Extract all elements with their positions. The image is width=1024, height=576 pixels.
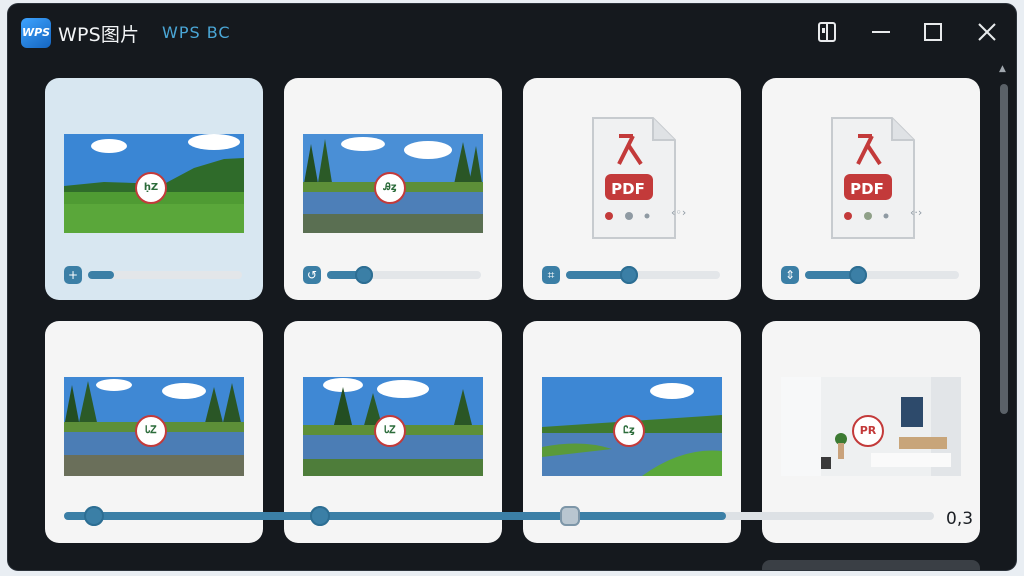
app-title: WPS图片 — [58, 24, 140, 46]
file-badge-icon: PR — [852, 415, 884, 447]
minimize-button[interactable] — [868, 19, 894, 45]
app-subtitle: WPS BC — [162, 23, 231, 42]
maximize-icon — [924, 23, 942, 41]
tablet-mode-button[interactable] — [814, 19, 840, 45]
image-card-2[interactable]: Ꭿȥ ↺ — [284, 78, 502, 300]
close-icon — [978, 23, 996, 41]
file-badge-icon: ᏓᏃ — [135, 415, 167, 447]
card-slider[interactable]: ↺ — [303, 264, 483, 286]
rotate-icon[interactable]: ↺ — [303, 266, 321, 284]
file-badge-icon: Ꮭȥ — [613, 415, 645, 447]
card-slider[interactable]: ⇕ — [781, 264, 961, 286]
vertical-scrollbar[interactable]: ▲ — [998, 62, 1010, 562]
minimize-icon — [872, 31, 890, 33]
file-badge-icon: ᏓᏃ — [374, 415, 406, 447]
pdf-card-2[interactable]: PDF ‹·› ⇕ — [762, 78, 980, 300]
slider-knob[interactable] — [310, 506, 330, 526]
file-badge-icon: Ꭿȥ — [374, 172, 406, 204]
close-button[interactable] — [974, 19, 1000, 45]
zoom-value: 0,3 — [946, 509, 974, 529]
scroll-up-icon[interactable]: ▲ — [999, 64, 1006, 74]
zoom-slider[interactable] — [64, 504, 934, 528]
wps-logo-icon: WPS — [21, 18, 51, 48]
slider-knob[interactable] — [355, 266, 373, 284]
expand-icon[interactable]: ⇕ — [781, 266, 799, 284]
pdf-side-mark: ‹·› — [910, 206, 923, 219]
partial-card-next-row — [762, 560, 980, 570]
maximize-button[interactable] — [920, 19, 946, 45]
card-slider[interactable]: ⌗ — [542, 264, 722, 286]
scroll-thumb[interactable] — [1000, 84, 1008, 414]
slider-knob[interactable] — [620, 266, 638, 284]
slider-knob[interactable] — [560, 506, 580, 526]
slider-knob[interactable] — [84, 506, 104, 526]
card-slider[interactable]: + — [64, 264, 244, 286]
slider-knob[interactable] — [849, 266, 867, 284]
file-badge-icon: ḥZ — [135, 172, 167, 204]
title-bar: WPS WPS图片 WPS BC — [8, 4, 1016, 58]
pdf-file-icon: PDF ‹·› — [828, 116, 922, 242]
app-window: WPS WPS图片 WPS BC ḥZ + Ꭿȥ ↺ PDF ‹◦› ⌗ PDF… — [8, 4, 1016, 570]
pdf-side-mark: ‹◦› — [671, 206, 687, 219]
pdf-label: PDF — [850, 180, 884, 198]
pdf-file-icon: PDF ‹◦› — [589, 116, 686, 242]
add-icon[interactable]: + — [64, 266, 82, 284]
image-card-1[interactable]: ḥZ + — [45, 78, 263, 300]
pdf-label: PDF — [611, 180, 645, 198]
crop-icon[interactable]: ⌗ — [542, 266, 560, 284]
tablet-mode-icon — [818, 22, 836, 42]
pdf-card-1[interactable]: PDF ‹◦› ⌗ — [523, 78, 741, 300]
